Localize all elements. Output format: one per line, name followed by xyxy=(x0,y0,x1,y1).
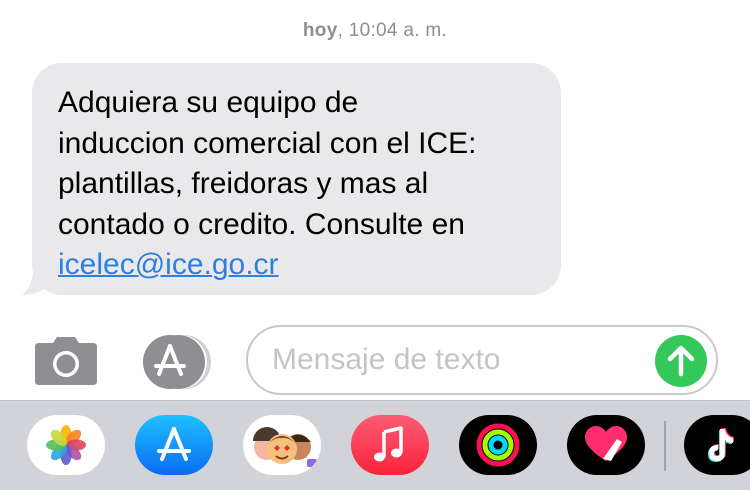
imessage-app-drawer xyxy=(0,400,750,490)
message-input[interactable] xyxy=(272,339,632,381)
camera-button[interactable] xyxy=(33,337,99,385)
app-store-button[interactable] xyxy=(138,334,214,390)
memoji-stickers-button[interactable] xyxy=(243,415,321,475)
incoming-message: Adquiera su equipo de induccion comercia… xyxy=(20,63,565,298)
app-drawer-divider xyxy=(664,421,666,471)
message-line: plantillas, freidoras y mas al xyxy=(58,167,429,200)
email-link[interactable]: icelec@ice.go.cr xyxy=(58,248,279,281)
music-app-button[interactable] xyxy=(351,415,429,475)
send-button[interactable] xyxy=(655,335,707,387)
conversation-timestamp: hoy, 10:04 a. m. xyxy=(0,20,750,42)
tiktok-app-button[interactable] xyxy=(684,415,750,475)
message-input-field[interactable] xyxy=(246,325,718,395)
app-store-icon xyxy=(143,335,211,389)
composer-bar xyxy=(0,320,750,400)
message-line: Adquiera su equipo de xyxy=(58,86,359,119)
tiktok-icon xyxy=(684,415,750,475)
arrow-up-icon xyxy=(667,345,695,377)
digital-touch-icon xyxy=(567,415,645,475)
music-icon xyxy=(351,415,429,475)
message-line: induccion comercial con el ICE: xyxy=(58,126,477,160)
message-line: contado o credito. Consulte en xyxy=(58,207,465,241)
app-store-app-button[interactable] xyxy=(135,415,213,475)
timestamp-time: , 10:04 a. m. xyxy=(337,20,448,41)
activity-icon xyxy=(459,415,537,475)
camera-icon xyxy=(35,337,97,385)
timestamp-day: hoy xyxy=(302,20,338,41)
activity-app-button[interactable] xyxy=(459,415,537,475)
memoji-stickers-icon xyxy=(243,415,321,475)
digital-touch-app-button[interactable] xyxy=(567,415,645,475)
photos-icon xyxy=(27,415,105,475)
app-store-icon xyxy=(135,415,213,475)
photos-app-button[interactable] xyxy=(27,415,105,475)
message-bubble[interactable]: Adquiera su equipo de induccion comercia… xyxy=(32,63,561,295)
